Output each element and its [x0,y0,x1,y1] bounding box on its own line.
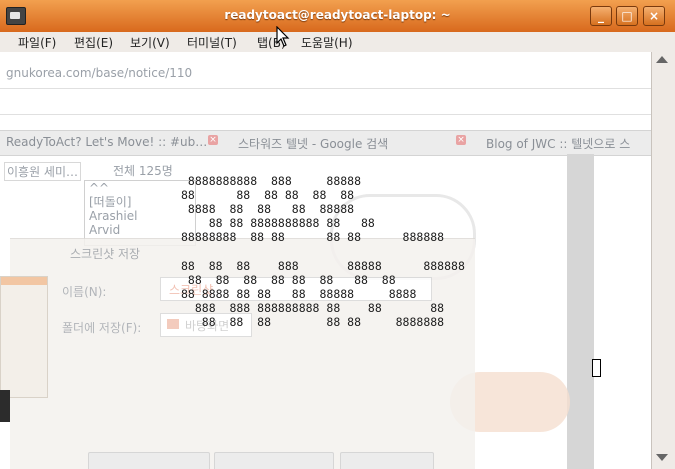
list-item: Arvid [89,223,121,237]
menu-bar: 파일(F) 편집(E) 보기(V) 터미널(T) 탭(B) 도움말(H) [0,32,675,52]
background-url: gnukorea.com/base/notice/110 [6,66,193,80]
background-tab-1: ReadyToAct? Let's Move! :: #ub… [6,135,208,149]
window-titlebar[interactable]: readytoact@readytoact-laptop: ~ _ □ × [0,0,675,33]
list-item: ^^ [89,181,110,195]
background-member-list: ^^ [떠돌이] Arashiel Arvid [84,180,196,246]
menu-file[interactable]: 파일(F) [18,34,56,51]
close-icon: × [208,135,218,145]
background-thumbnail [0,276,48,398]
folder-icon [167,319,179,329]
maximize-button[interactable]: □ [616,6,638,26]
divider [0,114,651,115]
background-member-field: 이흥원 세미… [4,162,82,181]
background-button [214,452,334,469]
terminal-ascii-art: 8888888888 888 88888 88 88 88 88 88 88 8… [181,174,465,329]
scroll-down-icon[interactable] [656,454,668,461]
dialog-title: 스크린샷 저장 [70,247,141,261]
dialog-folder-label: 폴더에 저장(F): [62,321,142,335]
menu-edit[interactable]: 편집(E) [74,34,113,51]
background-tabbar: ReadyToAct? Let's Move! :: #ub… × 스타워즈 텔… [0,130,651,156]
menu-view[interactable]: 보기(V) [130,34,170,51]
close-button[interactable]: × [643,6,665,26]
mouse-pointer-icon [276,26,290,47]
terminal-cursor [592,359,601,377]
divider [0,88,651,89]
background-tab-2: 스타워즈 텔넷 - Google 검색 [238,137,389,151]
close-icon: × [456,135,466,145]
terminal-scrollbar[interactable] [651,52,675,469]
background-button [340,452,434,469]
menu-help[interactable]: 도움말(H) [301,34,353,51]
background-gray-column [567,154,594,469]
minimize-button[interactable]: _ [590,6,612,26]
background-dark-block [0,390,10,422]
terminal-area[interactable]: gnukorea.com/base/notice/110 ReadyToAct?… [0,52,651,469]
list-item: Arashiel [89,209,138,223]
background-tab-3: Blog of JWC :: 텔넷으로 스 [486,137,631,151]
dialog-name-label: 이름(N): [62,285,107,299]
list-item: [떠돌이] [89,195,132,209]
background-button [88,452,210,469]
menu-terminal[interactable]: 터미널(T) [187,34,237,51]
window-title: readytoact@readytoact-laptop: ~ [224,8,451,22]
background-total-count: 전체 125명 [113,164,173,178]
scroll-up-icon[interactable] [656,56,668,63]
